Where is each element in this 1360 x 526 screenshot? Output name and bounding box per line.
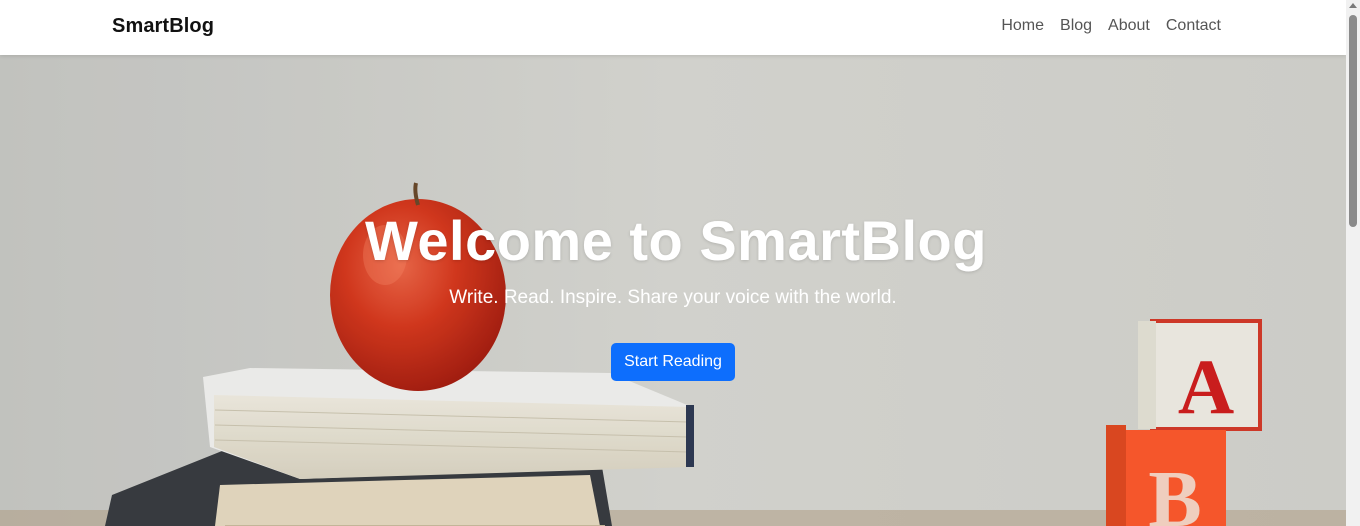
- brand-logo[interactable]: SmartBlog: [112, 15, 214, 38]
- page-scrollbar[interactable]: [1346, 0, 1360, 526]
- nav-link-about[interactable]: About: [1108, 17, 1150, 35]
- hero-title: Welcome to SmartBlog: [365, 209, 987, 272]
- navbar: SmartBlog Home Blog About Contact: [0, 0, 1346, 55]
- page: SmartBlog Home Blog About Contact A B We…: [0, 0, 1360, 526]
- nav-links: Home Blog About Contact: [1001, 17, 1221, 35]
- start-reading-button[interactable]: Start Reading: [611, 343, 735, 381]
- hero-content: Welcome to SmartBlog Write. Read. Inspir…: [0, 205, 1346, 381]
- nav-link-contact[interactable]: Contact: [1166, 17, 1221, 35]
- hero-section: A B Welcome to SmartBlog Write. Read. In…: [0, 55, 1346, 526]
- scroll-up-arrow-icon[interactable]: [1349, 3, 1357, 8]
- nav-link-blog[interactable]: Blog: [1060, 17, 1092, 35]
- scrollbar-thumb[interactable]: [1349, 15, 1357, 227]
- nav-link-home[interactable]: Home: [1001, 17, 1044, 35]
- hero-subtitle: Write. Read. Inspire. Share your voice w…: [449, 287, 897, 308]
